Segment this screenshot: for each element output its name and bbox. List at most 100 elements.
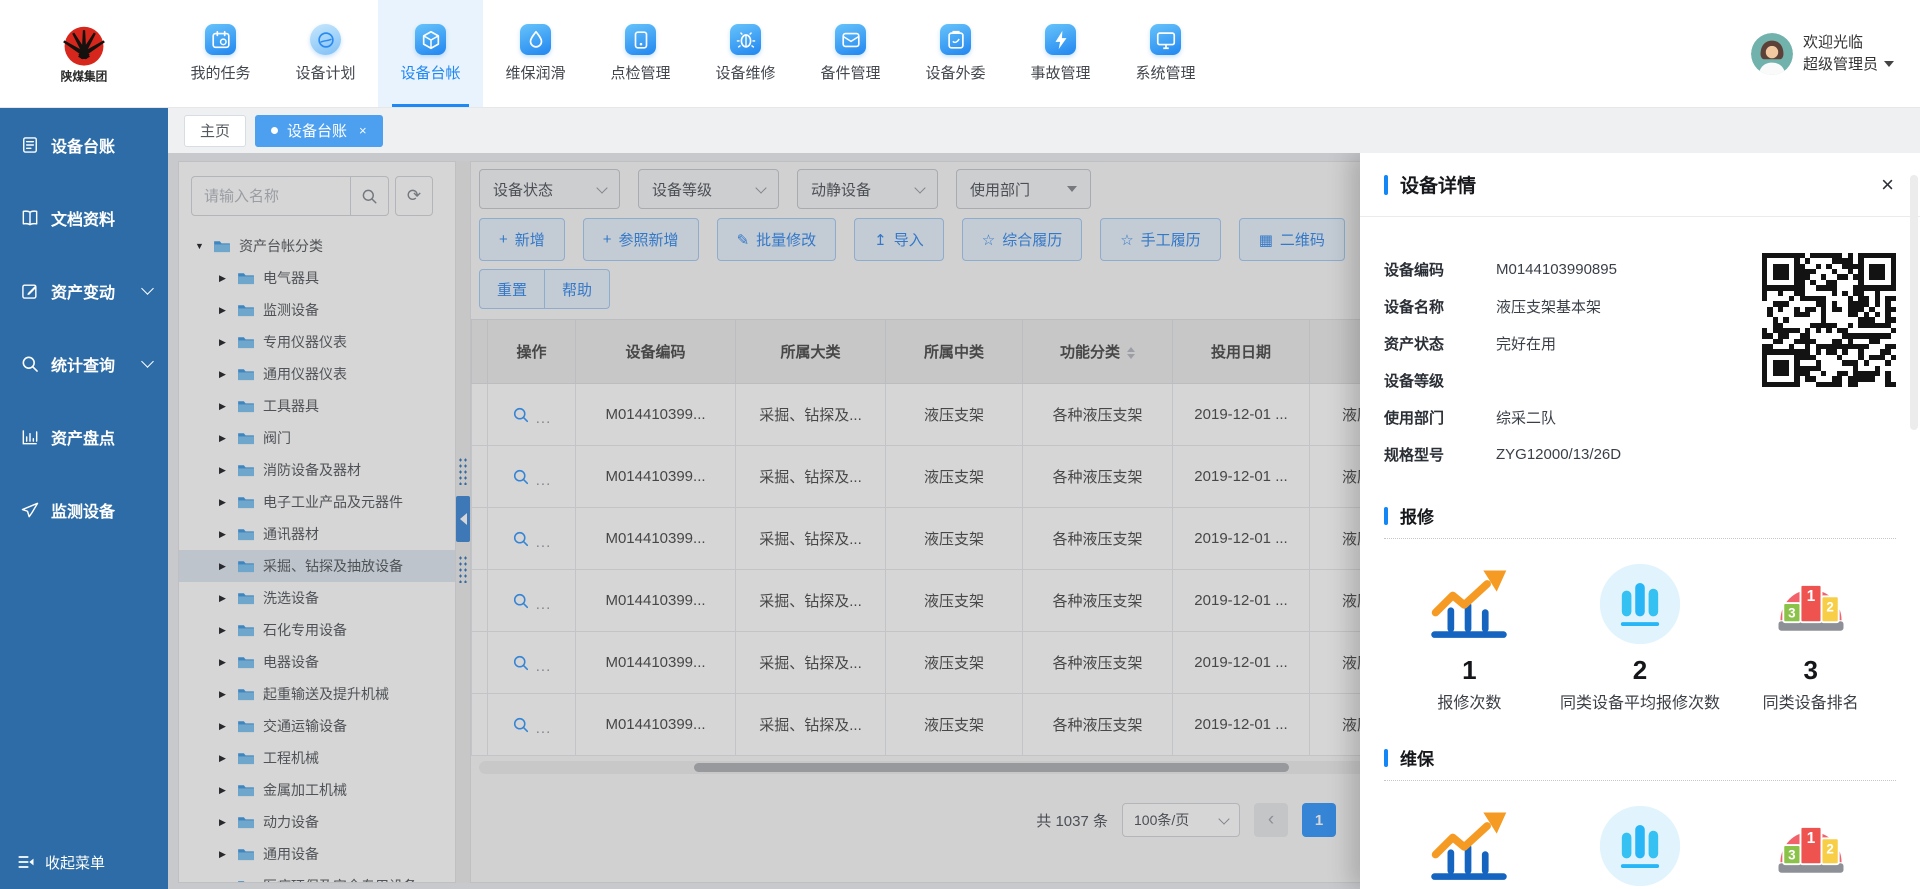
table-row[interactable]: ...M014410399...采掘、钻探及...液压支架各种液压支架2019-… [472, 446, 1480, 508]
caret-collapsed-icon[interactable]: ▶ [219, 465, 229, 476]
sidebar-item-3[interactable]: 统计查询 [0, 327, 168, 400]
tree-item[interactable]: ▶电子工业产品及元器件 [179, 486, 455, 518]
page-size-select[interactable]: 100条/页 [1122, 803, 1240, 837]
tab-equipment-ledger[interactable]: 设备台账 × [255, 115, 383, 147]
table-header-sortable[interactable]: 功能分类 [1023, 320, 1173, 384]
row-more-button[interactable]: ... [536, 596, 552, 613]
tab-home[interactable]: 主页 [184, 115, 246, 147]
sidebar-item-2[interactable]: 资产变动 [0, 254, 168, 327]
tree-item[interactable]: ▶工具器具 [179, 390, 455, 422]
tree-root-item[interactable]: ▼资产台帐分类 [179, 230, 455, 262]
top-nav-item-5[interactable]: 设备维修 [693, 0, 798, 107]
filter-select-1[interactable]: 设备等级 [638, 169, 779, 209]
tree-item[interactable]: ▶起重输送及提升机械 [179, 678, 455, 710]
sidebar-item-4[interactable]: 资产盘点 [0, 400, 168, 473]
filter-select-0[interactable]: 设备状态 [479, 169, 620, 209]
tree-item[interactable]: ▶监测设备 [179, 294, 455, 326]
tab-close-icon[interactable]: × [359, 123, 367, 138]
caret-collapsed-icon[interactable]: ▶ [219, 433, 229, 444]
close-icon[interactable]: × [1881, 174, 1894, 196]
caret-collapsed-icon[interactable]: ▶ [219, 753, 229, 764]
tree-item[interactable]: ▶通用设备 [179, 838, 455, 870]
row-more-button[interactable]: ... [536, 410, 552, 427]
top-nav-item-6[interactable]: 备件管理 [798, 0, 903, 107]
caret-collapsed-icon[interactable]: ▶ [219, 561, 229, 572]
row-search-icon[interactable] [512, 406, 530, 424]
splitter-drag-handle[interactable] [458, 555, 468, 583]
tree-item[interactable]: ▶通用仪器仪表 [179, 358, 455, 390]
toolbar-button-4[interactable]: ☆综合履历 [962, 218, 1082, 261]
tree-item[interactable]: ▶消防设备及器材 [179, 454, 455, 486]
caret-collapsed-icon[interactable]: ▶ [219, 689, 229, 700]
toolbar-secondary-button-0[interactable]: 重置 [479, 269, 545, 309]
toolbar-button-2[interactable]: ✎批量修改 [717, 218, 837, 261]
tree-item[interactable]: ▶采掘、钻探及抽放设备 [179, 550, 455, 582]
caret-collapsed-icon[interactable]: ▶ [219, 369, 229, 380]
toolbar-button-6[interactable]: ▦二维码 [1239, 218, 1345, 261]
collapse-menu-button[interactable]: 收起菜单 [0, 835, 168, 889]
splitter-collapse-button[interactable] [456, 496, 470, 542]
toolbar-button-1[interactable]: +参照新增 [583, 218, 699, 261]
caret-collapsed-icon[interactable]: ▶ [219, 497, 229, 508]
caret-collapsed-icon[interactable]: ▶ [219, 817, 229, 828]
caret-collapsed-icon[interactable]: ▶ [219, 401, 229, 412]
toolbar-button-5[interactable]: ☆手工履历 [1100, 218, 1220, 261]
row-search-icon[interactable] [512, 530, 530, 548]
tree-item[interactable]: ▶通讯器材 [179, 518, 455, 550]
caret-collapsed-icon[interactable]: ▶ [219, 337, 229, 348]
tree-item[interactable]: ▶专用仪器仪表 [179, 326, 455, 358]
toolbar-secondary-button-1[interactable]: 帮助 [544, 269, 610, 309]
tree-item[interactable]: ▶洗选设备 [179, 582, 455, 614]
caret-collapsed-icon[interactable]: ▶ [219, 785, 229, 796]
top-nav-item-8[interactable]: 事故管理 [1008, 0, 1113, 107]
tree-item[interactable]: ▶医疗环保及安全专用设备 [179, 870, 455, 883]
table-row[interactable]: ...M014410399...采掘、钻探及...液压支架各种液压支架2019-… [472, 632, 1480, 694]
caret-collapsed-icon[interactable]: ▶ [219, 625, 229, 636]
tree-item[interactable]: ▶工程机械 [179, 742, 455, 774]
top-nav-item-0[interactable]: 我的任务 [168, 0, 273, 107]
row-more-button[interactable]: ... [536, 720, 552, 737]
tree-item[interactable]: ▶金属加工机械 [179, 774, 455, 806]
top-nav-item-3[interactable]: 维保润滑 [483, 0, 588, 107]
table-row[interactable]: ...M014410399...采掘、钻探及...液压支架各种液压支架2019-… [472, 384, 1480, 446]
top-nav-item-4[interactable]: 点检管理 [588, 0, 693, 107]
caret-expanded-icon[interactable]: ▼ [195, 241, 205, 251]
sidebar-item-0[interactable]: 设备台账 [0, 108, 168, 181]
sidebar-item-1[interactable]: 文档资料 [0, 181, 168, 254]
filter-select-2[interactable]: 动静设备 [797, 169, 938, 209]
row-search-icon[interactable] [512, 654, 530, 672]
caret-collapsed-icon[interactable]: ▶ [219, 657, 229, 668]
toolbar-button-0[interactable]: +新增 [479, 218, 565, 261]
caret-collapsed-icon[interactable]: ▶ [219, 273, 229, 284]
row-more-button[interactable]: ... [536, 658, 552, 675]
top-nav-item-1[interactable]: 设备计划 [273, 0, 378, 107]
row-search-icon[interactable] [512, 592, 530, 610]
caret-collapsed-icon[interactable]: ▶ [219, 849, 229, 860]
splitter-drag-handle[interactable] [458, 457, 468, 485]
tree-item[interactable]: ▶动力设备 [179, 806, 455, 838]
row-more-button[interactable]: ... [536, 534, 552, 551]
sidebar-item-5[interactable]: 监测设备 [0, 473, 168, 546]
caret-collapsed-icon[interactable]: ▶ [219, 593, 229, 604]
filter-select-3[interactable]: 使用部门 [956, 169, 1091, 209]
caret-collapsed-icon[interactable]: ▶ [219, 529, 229, 540]
toolbar-button-3[interactable]: ↥导入 [854, 218, 944, 261]
horizontal-scrollbar-thumb[interactable] [694, 763, 1289, 772]
sort-carets-icon[interactable] [1127, 347, 1135, 359]
top-nav-item-7[interactable]: 设备外委 [903, 0, 1008, 107]
tree-search-input[interactable] [191, 176, 351, 216]
horizontal-scrollbar[interactable] [479, 761, 1509, 774]
tree-item[interactable]: ▶电气器具 [179, 262, 455, 294]
page-number-button[interactable]: 1 [1302, 803, 1336, 837]
row-search-icon[interactable] [512, 468, 530, 486]
row-search-icon[interactable] [512, 716, 530, 734]
user-menu[interactable]: 欢迎光临 超级管理员 [1751, 0, 1894, 107]
caret-collapsed-icon[interactable]: ▶ [219, 721, 229, 732]
table-row[interactable]: ...M014410399...采掘、钻探及...液压支架各种液压支架2019-… [472, 570, 1480, 632]
tree-item[interactable]: ▶石化专用设备 [179, 614, 455, 646]
caret-collapsed-icon[interactable]: ▶ [219, 305, 229, 316]
table-row[interactable]: ...M014410399...采掘、钻探及...液压支架各种液压支架2019-… [472, 508, 1480, 570]
table-row[interactable]: ...M014410399...采掘、钻探及...液压支架各种液压支架2019-… [472, 694, 1480, 756]
caret-collapsed-icon[interactable]: ▶ [219, 881, 229, 884]
tree-item[interactable]: ▶阀门 [179, 422, 455, 454]
